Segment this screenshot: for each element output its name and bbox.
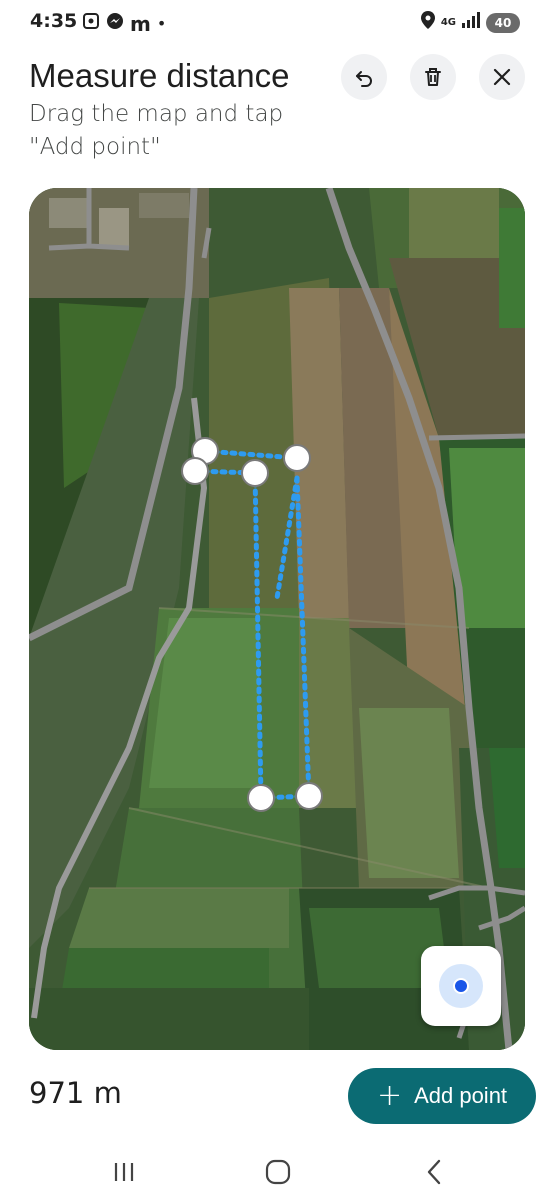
screenshot-icon <box>82 12 100 35</box>
carrier-icon: m <box>130 11 151 36</box>
distance-readout: 971 m <box>29 1076 122 1110</box>
delete-button[interactable] <box>410 54 456 100</box>
page-title: Measure distance <box>29 57 290 94</box>
measure-point[interactable] <box>247 784 275 812</box>
status-icons-left: m • <box>82 12 166 35</box>
home-button[interactable] <box>256 1150 300 1194</box>
back-icon <box>427 1159 441 1185</box>
location-icon <box>420 11 435 34</box>
notification-dot: • <box>156 13 167 33</box>
measure-point[interactable] <box>241 459 269 487</box>
delete-icon <box>425 68 441 86</box>
measure-point[interactable] <box>295 782 323 810</box>
recent-apps-button[interactable] <box>102 1150 146 1194</box>
plus-icon: + <box>376 1078 403 1113</box>
measure-point[interactable] <box>283 444 311 472</box>
battery-indicator: 40 <box>486 12 520 33</box>
network-type: 4G <box>440 16 456 28</box>
status-time: 4:35 <box>30 10 78 32</box>
measure-point[interactable] <box>181 457 209 485</box>
map-imagery <box>29 188 525 1050</box>
system-nav-bar <box>0 1140 554 1200</box>
recent-apps-icon <box>114 1163 134 1181</box>
status-icons-right: 4G 40 <box>420 11 520 34</box>
back-button[interactable] <box>412 1150 456 1194</box>
home-icon <box>265 1159 291 1185</box>
close-icon <box>493 68 511 86</box>
close-button[interactable] <box>479 54 525 100</box>
add-point-button[interactable]: + Add point <box>348 1068 536 1124</box>
location-dot <box>453 978 469 994</box>
page-subtitle: Drag the map and tap "Add point" <box>29 101 284 160</box>
signal-icon <box>462 12 480 33</box>
satellite-map[interactable] <box>29 188 525 1050</box>
add-point-label: Add point <box>414 1083 508 1108</box>
my-location-button[interactable] <box>421 946 501 1026</box>
my-location-icon <box>439 964 483 1008</box>
undo-button[interactable] <box>341 54 387 100</box>
status-bar: 4:35 m • 4G 40 <box>0 0 554 44</box>
undo-icon <box>356 71 372 87</box>
messenger-icon <box>106 12 124 35</box>
